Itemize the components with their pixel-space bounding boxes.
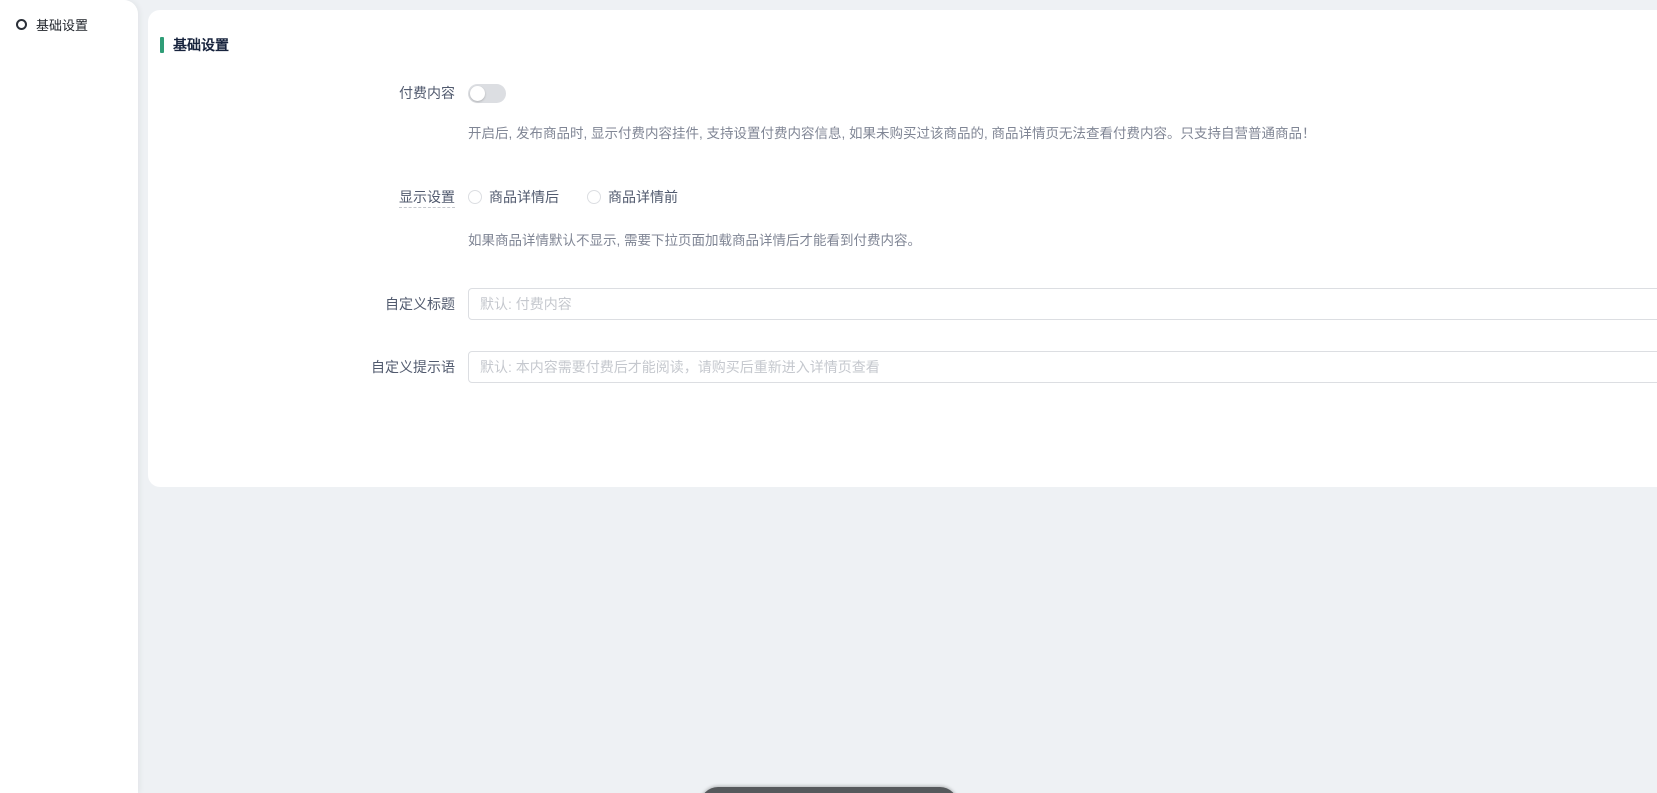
sidebar: 基础设置 [0,0,138,793]
display-setting-radio-group: 商品详情后 商品详情前 [468,187,678,207]
custom-title-input[interactable] [468,288,1657,320]
display-setting-help-text: 如果商品详情默认不显示, 需要下拉页面加载商品详情后才能看到付费内容。 [468,229,1637,249]
display-setting-row: 显示设置 商品详情后 商品详情前 [148,187,1657,207]
bottom-floating-button[interactable] [700,787,958,793]
circle-icon [16,19,27,30]
radio-before-product-detail[interactable]: 商品详情前 [587,187,678,207]
custom-title-label: 自定义标题 [148,294,455,314]
settings-panel: 基础设置 付费内容 开启后, 发布商品时, 显示付费内容挂件, 支持设置付费内容… [148,10,1657,487]
paid-content-toggle[interactable] [468,84,506,103]
sidebar-item-label: 基础设置 [36,15,88,34]
paid-content-label: 付费内容 [148,83,455,103]
radio-circle-icon [587,190,601,204]
display-setting-label: 显示设置 [148,187,455,207]
paid-content-help-text: 开启后, 发布商品时, 显示付费内容挂件, 支持设置付费内容信息, 如果未购买过… [468,122,1637,142]
custom-prompt-label: 自定义提示语 [148,357,455,377]
custom-title-row: 自定义标题 [148,288,1657,320]
sidebar-item-basic-settings[interactable]: 基础设置 [0,0,138,49]
custom-prompt-input[interactable] [468,351,1657,383]
radio-circle-icon [468,190,482,204]
paid-content-row: 付费内容 [148,83,1657,103]
custom-prompt-row: 自定义提示语 [148,351,1657,383]
toggle-knob [470,86,485,101]
page-title: 基础设置 [173,35,229,55]
panel-title: 基础设置 [160,35,229,55]
title-accent-bar-icon [160,37,164,53]
radio-after-product-detail[interactable]: 商品详情后 [468,187,559,207]
